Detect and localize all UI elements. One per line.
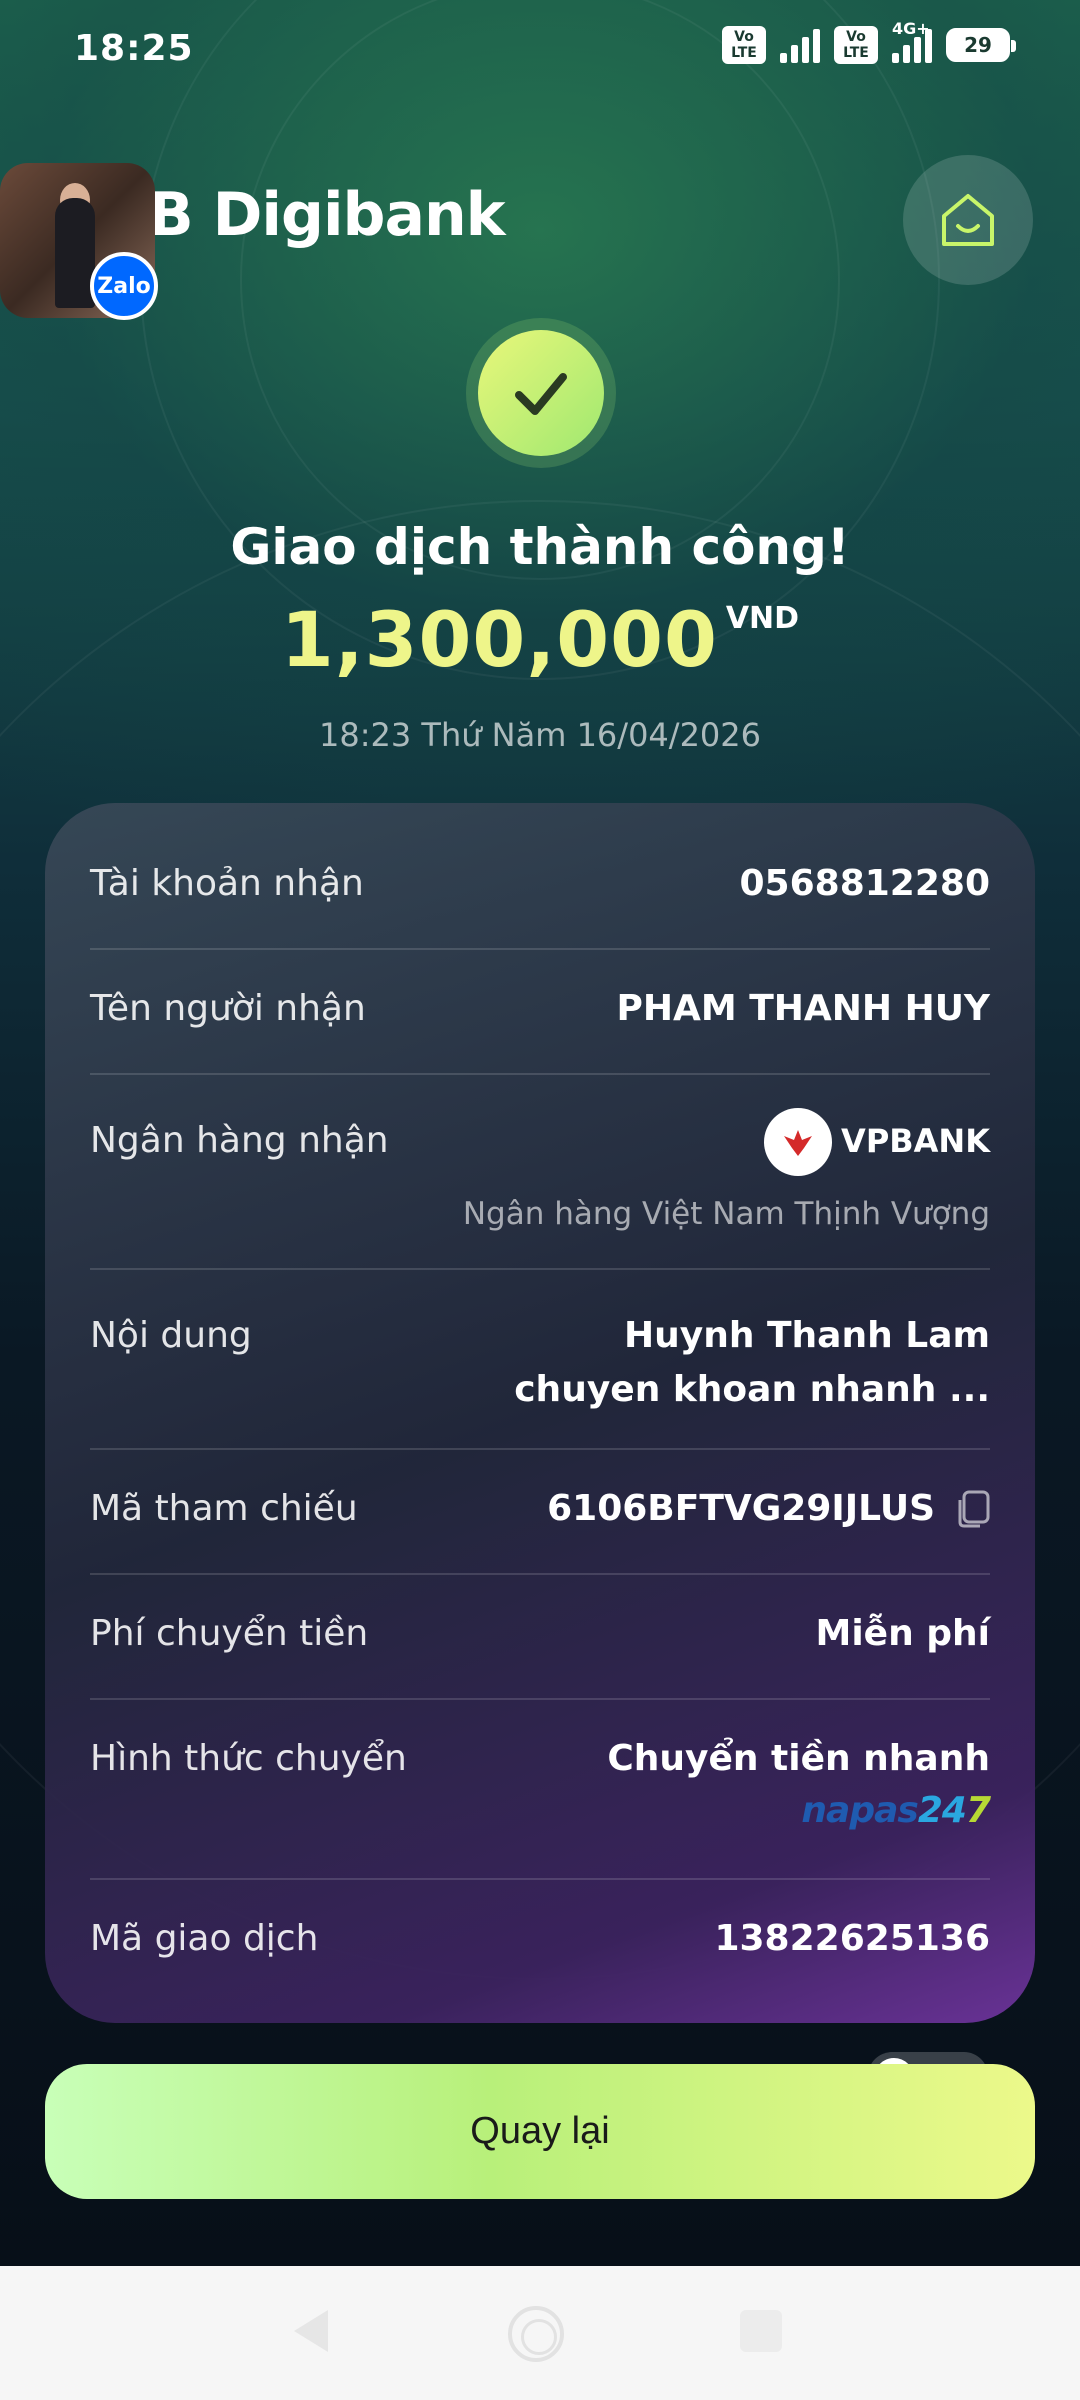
- content-line-1: Huynh Thanh Lam: [623, 1315, 990, 1356]
- divider: [90, 1698, 990, 1700]
- napas-text: napas: [801, 1790, 918, 1831]
- signal-icon: [780, 27, 820, 63]
- row-fee: Phí chuyển tiền Miễn phí: [90, 1613, 990, 1673]
- amount: 1,300,000 VND: [0, 595, 1080, 684]
- home-button[interactable]: [903, 155, 1033, 285]
- amount-value: 1,300,000: [280, 595, 718, 684]
- napas247-logo: napas247: [801, 1790, 991, 1831]
- row-transaction-id: Mã giao dịch 13822625136: [90, 1918, 990, 1978]
- brand-logo: B Digibank: [148, 180, 506, 250]
- status-time: 18:25: [74, 28, 194, 69]
- avatar-person: [55, 198, 95, 308]
- success-title: Giao dịch thành công!: [230, 518, 850, 576]
- vpbank-logo-icon: [764, 1108, 832, 1176]
- row-recipient: Tên người nhận PHAM THANH HUY: [90, 988, 990, 1048]
- recipient-label: Tên người nhận: [90, 988, 366, 1029]
- reference-value: 6106BFTVG29IJLUS: [547, 1488, 935, 1529]
- transaction-details-card: Tài khoản nhận 0568812280 Tên người nhận…: [45, 803, 1035, 2023]
- transaction-id-label: Mã giao dịch: [90, 1918, 319, 1959]
- method-value: Chuyển tiền nhanh: [607, 1738, 990, 1779]
- network-signal: 4G+: [892, 19, 932, 63]
- transaction-id-value: 13822625136: [714, 1918, 990, 1959]
- divider: [90, 1878, 990, 1880]
- row-reference: Mã tham chiếu 6106BFTVG29IJLUS: [90, 1488, 990, 1548]
- row-method: Hình thức chuyển Chuyển tiền nhanh napas…: [90, 1738, 991, 1858]
- fee-value: Miễn phí: [815, 1613, 990, 1654]
- napas-24: 24: [917, 1790, 967, 1831]
- back-button[interactable]: Quay lại: [45, 2064, 1035, 2199]
- recipient-value: PHAM THANH HUY: [616, 988, 991, 1029]
- copy-icon[interactable]: [958, 1490, 990, 1528]
- battery-icon: 29: [946, 28, 1016, 62]
- transaction-datetime: 18:23 Thứ Năm 16/04/2026: [319, 716, 761, 754]
- zalo-badge: Zalo: [90, 252, 158, 320]
- content-line-2: chuyen khoan nhanh ...: [514, 1369, 990, 1410]
- account-label: Tài khoản nhận: [90, 863, 364, 904]
- home-smile-icon: [942, 194, 994, 246]
- content-label: Nội dung: [90, 1315, 252, 1356]
- bank-full-name: Ngân hàng Việt Nam Thịnh Vượng: [462, 1196, 990, 1232]
- napas-7: 7: [965, 1790, 991, 1831]
- divider: [90, 1073, 990, 1075]
- reference-label: Mã tham chiếu: [90, 1488, 358, 1529]
- divider: [90, 1268, 990, 1270]
- checkmark-icon: [515, 373, 567, 415]
- volte-icon-2: Vo LTE: [834, 26, 878, 64]
- fee-label: Phí chuyển tiền: [90, 1613, 369, 1654]
- row-bank: Ngân hàng nhận VPBANK Ngân hàng Việt Nam…: [90, 1108, 990, 1248]
- nav-back-icon[interactable]: [288, 2306, 332, 2356]
- bank-short-name: VPBANK: [841, 1122, 990, 1160]
- row-account: Tài khoản nhận 0568812280: [90, 863, 990, 923]
- nav-home-icon[interactable]: [508, 2306, 564, 2362]
- bank-label: Ngân hàng nhận: [90, 1120, 389, 1161]
- row-content: Nội dung Huynh Thanh Lam chuyen khoan nh…: [90, 1303, 990, 1423]
- amount-currency: VND: [725, 601, 800, 636]
- divider: [90, 1573, 990, 1575]
- method-label: Hình thức chuyển: [90, 1738, 407, 1779]
- nav-recents-icon[interactable]: [740, 2310, 782, 2352]
- divider: [90, 948, 990, 950]
- status-bar: 18:25 Vo LTE Vo LTE 4G+ 29: [0, 0, 1080, 100]
- success-check: [478, 330, 604, 456]
- volte-icon: Vo LTE: [722, 26, 766, 64]
- divider: [90, 1448, 990, 1450]
- status-icons: Vo LTE Vo LTE 4G+ 29: [722, 19, 1016, 64]
- system-nav-bar: [0, 2266, 1080, 2400]
- account-value: 0568812280: [739, 863, 991, 904]
- network-type: 4G+: [892, 19, 930, 38]
